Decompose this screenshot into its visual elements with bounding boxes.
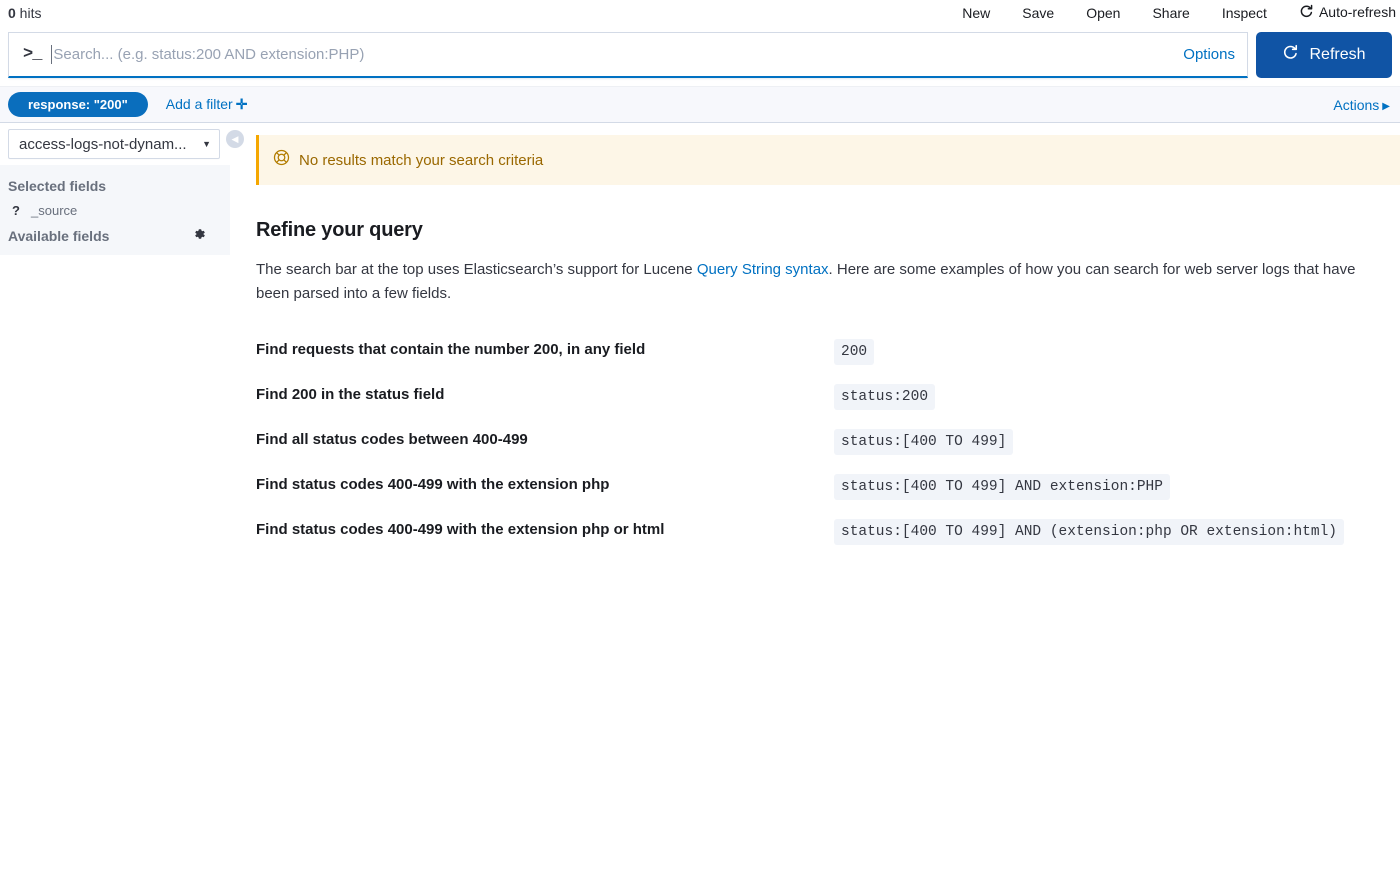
search-input-placeholder: Search... (e.g. status:200 AND extension… bbox=[53, 46, 365, 63]
nav-share-button[interactable]: Share bbox=[1136, 0, 1205, 26]
example-description: Find all status codes between 400-499 bbox=[256, 431, 528, 448]
filter-bar: response: "200" Add a filter ✛ Actions ▶ bbox=[0, 86, 1400, 123]
gear-icon[interactable] bbox=[192, 227, 220, 244]
index-pattern-select[interactable]: access-logs-not-dynam... ▼ bbox=[8, 129, 220, 159]
refresh-button[interactable]: Refresh bbox=[1256, 32, 1392, 78]
refine-query-section: Refine your query The search bar at the … bbox=[256, 185, 1400, 555]
actions-label: Actions bbox=[1333, 96, 1380, 113]
nav-save-button[interactable]: Save bbox=[1006, 0, 1070, 26]
refine-text-before-link: The search bar at the top uses Elasticse… bbox=[256, 261, 697, 278]
index-pattern-label: access-logs-not-dynam... bbox=[19, 135, 187, 153]
sidebar-collapse-button[interactable]: ◀ bbox=[226, 130, 244, 148]
nav-open-button[interactable]: Open bbox=[1070, 0, 1136, 26]
example-code: 200 bbox=[834, 339, 875, 365]
query-bar: >_ Search... (e.g. status:200 AND extens… bbox=[0, 26, 1400, 86]
page-body: access-logs-not-dynam... ▼ ◀ Selected fi… bbox=[0, 123, 1400, 891]
selected-fields-title: Selected fields bbox=[8, 178, 107, 194]
actions-button[interactable]: Actions ▶ bbox=[1333, 97, 1392, 113]
example-row: Find status codes 400-499 with the exten… bbox=[256, 510, 1400, 555]
nav-save-label: Save bbox=[1022, 5, 1055, 21]
nav-auto-refresh-label: Auto-refresh bbox=[1318, 4, 1396, 20]
example-row: Find status codes 400-499 with the exten… bbox=[256, 465, 1400, 510]
selected-fields-header: Selected fields bbox=[0, 173, 230, 199]
example-description: Find requests that contain the number 20… bbox=[256, 341, 646, 358]
main-content: No results match your search criteria Re… bbox=[230, 123, 1400, 555]
refresh-icon bbox=[1282, 44, 1299, 66]
refresh-button-label: Refresh bbox=[1309, 46, 1366, 63]
example-code: status:[400 TO 499] AND extension:PHP bbox=[834, 474, 1170, 500]
available-fields-title: Available fields bbox=[8, 227, 110, 244]
refine-paragraph: The search bar at the top uses Elasticse… bbox=[256, 258, 1381, 306]
example-description: Find status codes 400-499 with the exten… bbox=[256, 521, 665, 538]
top-bar: 0 hits New Save Open Share Inspect Auto-… bbox=[0, 0, 1400, 26]
console-prompt-icon: >_ bbox=[23, 45, 42, 64]
example-code: status:[400 TO 499] AND (extension:php O… bbox=[834, 519, 1344, 545]
field-sidebar: access-logs-not-dynam... ▼ ◀ Selected fi… bbox=[0, 123, 244, 255]
nav-share-label: Share bbox=[1152, 5, 1190, 21]
example-description: Find 200 in the status field bbox=[256, 386, 445, 403]
field-item-source[interactable]: ? _source bbox=[0, 199, 230, 222]
available-fields-header: Available fields bbox=[0, 222, 230, 249]
hit-count: 0 hits bbox=[8, 5, 41, 21]
query-string-syntax-link[interactable]: Query String syntax bbox=[697, 261, 829, 278]
search-input[interactable]: >_ Search... (e.g. status:200 AND extens… bbox=[8, 32, 1248, 78]
nav-new-button[interactable]: New bbox=[946, 0, 1006, 26]
example-row: Find 200 in the status field status:200 bbox=[256, 375, 1400, 420]
nav-inspect-button[interactable]: Inspect bbox=[1206, 0, 1283, 26]
refresh-icon bbox=[1299, 4, 1314, 23]
add-filter-button[interactable]: Add a filter ✛ bbox=[166, 96, 248, 113]
lifebuoy-icon bbox=[273, 149, 290, 171]
chevron-down-icon: ▼ bbox=[202, 139, 211, 149]
query-examples-list: Find requests that contain the number 20… bbox=[256, 330, 1400, 555]
nav-open-label: Open bbox=[1086, 5, 1121, 21]
fields-panel: Selected fields ? _source Available fiel… bbox=[0, 165, 230, 255]
filter-pill-response[interactable]: response: "200" bbox=[8, 92, 148, 117]
text-caret bbox=[51, 45, 53, 64]
example-row: Find requests that contain the number 20… bbox=[256, 330, 1400, 375]
hit-count-label: hits bbox=[15, 5, 42, 21]
plus-icon: ✛ bbox=[235, 96, 248, 112]
example-code: status:200 bbox=[834, 384, 936, 410]
query-options-button[interactable]: Options bbox=[1171, 46, 1235, 63]
no-results-message: No results match your search criteria bbox=[299, 151, 544, 169]
triangle-right-icon: ▶ bbox=[1382, 100, 1390, 112]
field-name-label: _source bbox=[31, 203, 78, 218]
add-filter-label: Add a filter bbox=[165, 96, 233, 112]
example-code: status:[400 TO 499] bbox=[834, 429, 1014, 455]
example-description: Find status codes 400-499 with the exten… bbox=[256, 476, 610, 493]
example-row: Find all status codes between 400-499 st… bbox=[256, 420, 1400, 465]
nav-inspect-label: Inspect bbox=[1221, 5, 1267, 21]
refine-title: Refine your query bbox=[256, 219, 423, 241]
field-type-unknown-icon: ? bbox=[12, 203, 20, 218]
nav-new-label: New bbox=[962, 5, 991, 21]
top-nav: New Save Open Share Inspect Auto-refresh bbox=[946, 0, 1400, 27]
nav-auto-refresh-button[interactable]: Auto-refresh bbox=[1283, 0, 1400, 27]
hit-count-value: 0 bbox=[8, 5, 16, 21]
chevron-left-icon: ◀ bbox=[231, 133, 239, 144]
no-results-callout: No results match your search criteria bbox=[256, 135, 1400, 185]
